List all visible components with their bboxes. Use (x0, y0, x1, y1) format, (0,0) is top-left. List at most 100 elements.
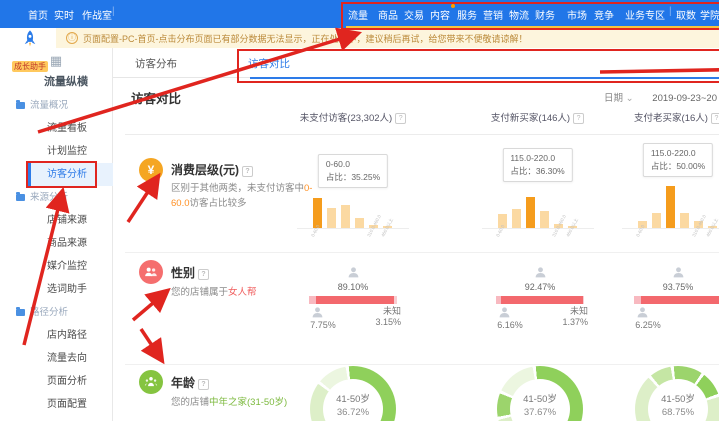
female-percentage: 89.10% (323, 282, 383, 292)
nav-item-商品[interactable]: 商品 (378, 7, 398, 22)
rocket-icon (19, 29, 41, 51)
tab-visitor-distribution[interactable]: 访客分布 (135, 56, 177, 71)
sidebar-item-选词助手[interactable]: 选词助手 (28, 278, 113, 301)
bar-310.0-460.0 (369, 225, 378, 228)
date-picker[interactable]: 日期 ⌄ 2019-09-23~20 (604, 90, 717, 104)
help-icon[interactable]: ? (198, 379, 209, 390)
sidebar-item-商品来源[interactable]: 商品来源 (28, 232, 113, 255)
donut-center-label: 41-50岁 (510, 391, 570, 405)
bar-0-60.0 (498, 214, 507, 228)
date-label: 日期 (604, 93, 623, 104)
age-donut-chart: 41-50岁37.67% (497, 366, 583, 421)
gender-icon (139, 260, 163, 284)
male-percentage: 7.75% (301, 320, 345, 330)
donut-center-label: 41-50岁 (323, 391, 383, 405)
age-donut-chart: 41-50岁 36.72% (310, 366, 396, 421)
age-donut-chart: 41-50岁 68.75% (635, 366, 719, 421)
bar-60.0-115.0 (512, 209, 521, 228)
sidebar-item-媒介监控[interactable]: 媒介监控 (28, 255, 113, 278)
sidebar-item-访客分析[interactable]: 访客分析 (28, 163, 113, 186)
donut-center-value: 36.72% (323, 407, 383, 418)
sidebar-group-来源分析[interactable]: 来源分析 (0, 186, 112, 209)
bar-0-60.0 (638, 221, 647, 228)
nav-item-交易[interactable]: 交易 (404, 7, 424, 22)
consume-tooltip: 115.0-220.0占比：50.00% (643, 143, 713, 177)
notice-text: 页面配置-PC-首页-点击分布页面已有部分数据无法显示，正在处理中，建议稍后再试… (83, 32, 528, 45)
growth-assistant-label: 成长助手 (12, 61, 48, 72)
sidebar: ▦ 流量纵横 流量概况流量看板计划监控访客分析来源分析店铺来源商品来源媒介监控选… (0, 48, 113, 421)
growth-assistant-widget[interactable]: 成长助手 (8, 29, 52, 74)
female-person-icon (672, 266, 685, 284)
consume-chart-col-0: 0-60.0占比：35.25%0-60.0310.0-460.0460.0以上 (283, 48, 423, 421)
sidebar-group-路径分析[interactable]: 路径分析 (0, 301, 112, 324)
column-header-new-buyers: 支付新买家(146人)? (470, 110, 605, 124)
nav-item-市场[interactable]: 市场 (567, 7, 587, 22)
bar-460.0以上 (708, 226, 717, 228)
column-header-unpaid: 未支付访客(23,302人)? (283, 110, 423, 124)
app-window: 首页实时作战室|流量商品交易内容服务营销物流财务市场竞争业务专区|取数学院 ⓘ … (0, 0, 719, 421)
male-person-icon (311, 306, 324, 324)
sidebar-item-页面分析[interactable]: 页面分析 (28, 370, 113, 393)
male-person-icon (636, 306, 649, 324)
top-nav: 首页实时作战室|流量商品交易内容服务营销物流财务市场竞争业务专区|取数学院 (0, 0, 719, 28)
help-icon[interactable]: ? (711, 113, 719, 124)
help-icon[interactable]: ? (198, 269, 209, 280)
nav-item-内容[interactable]: 内容 (430, 7, 450, 22)
consume-bar-chart (638, 178, 718, 228)
male-person-icon (498, 306, 511, 324)
nav-item-服务[interactable]: 服务 (457, 7, 477, 22)
sidebar-item-店铺来源[interactable]: 店铺来源 (28, 209, 113, 232)
age-title: 年龄? (171, 374, 209, 391)
page-title: 访客对比 (131, 88, 181, 107)
male-percentage: 6.25% (626, 320, 670, 330)
unknown-percentage: 1.37% (554, 317, 588, 327)
tab-bar: 访客分布 访客对比 (113, 48, 719, 78)
bar-60.0-115.0 (652, 213, 661, 228)
age-icon (139, 370, 163, 394)
unknown-label: 未知 (554, 304, 588, 317)
female-person-icon (347, 266, 360, 284)
nav-item-首页[interactable]: 首页 (28, 7, 48, 22)
donut-center-label: 41-50岁 (648, 391, 708, 405)
sidebar-item-店内路径[interactable]: 店内路径 (28, 324, 113, 347)
chevron-down-icon: ⌄ (626, 93, 634, 104)
donut-center-value: 68.75% (648, 407, 708, 418)
bar-115.0-220.0 (341, 205, 350, 228)
gender-title: 性别? (171, 264, 209, 281)
nav-separator: | (669, 6, 672, 17)
female-person-icon (534, 266, 547, 284)
sidebar-item-流量看板[interactable]: 流量看板 (28, 117, 113, 140)
female-percentage: 92.47% (510, 282, 570, 292)
bar-460.0以上 (383, 226, 392, 228)
notification-dot (451, 4, 455, 8)
help-icon[interactable]: ? (242, 166, 253, 177)
consume-level-desc: 区别于其他两类，未支付访客中0-60.0访客占比较多 (171, 182, 329, 211)
sidebar-item-页面配置[interactable]: 页面配置 (28, 393, 113, 416)
unknown-label: 未知 (367, 304, 401, 317)
sidebar-item-计划监控[interactable]: 计划监控 (28, 140, 113, 163)
nav-item-竞争[interactable]: 竞争 (594, 7, 614, 22)
nav-item-财务[interactable]: 财务 (535, 7, 555, 22)
sidebar-group-流量概况[interactable]: 流量概况 (0, 94, 112, 117)
info-icon: ⓘ (66, 32, 78, 44)
gender-desc: 您的店铺属于女人帮 (171, 286, 329, 301)
help-icon[interactable]: ? (573, 113, 584, 124)
consume-chart-col-1: 115.0-220.0占比：36.30%0-60.0310.0-460.0460… (470, 48, 605, 421)
sidebar-item-流量去向[interactable]: 流量去向 (28, 347, 113, 370)
nav-item-作战室[interactable]: 作战室 (82, 7, 112, 22)
nav-item-业务专区[interactable]: 业务专区 (625, 7, 665, 22)
tab-visitor-compare[interactable]: 访客对比 (248, 56, 719, 71)
notice-bar: ⓘ 页面配置-PC-首页-点击分布页面已有部分数据无法显示，正在处理中，建议稍后… (56, 28, 719, 48)
bar-310.0-460.0 (554, 224, 563, 228)
consume-level-icon: ¥ (139, 158, 163, 182)
main-panel: 访客分布 访客对比 访客对比 日期 ⌄ 2019-09-23~20 未支付访客(… (113, 48, 719, 421)
nav-item-物流[interactable]: 物流 (509, 7, 529, 22)
help-icon[interactable]: ? (395, 113, 406, 124)
consume-level-title: 消费层级(元)? (171, 161, 253, 178)
nav-item-实时[interactable]: 实时 (54, 7, 74, 22)
nav-item-营销[interactable]: 营销 (483, 7, 503, 22)
female-percentage: 93.75% (648, 282, 708, 292)
nav-item-学院[interactable]: 学院 (700, 7, 719, 22)
nav-item-取数[interactable]: 取数 (676, 7, 696, 22)
bar-115.0-220.0 (526, 197, 535, 228)
